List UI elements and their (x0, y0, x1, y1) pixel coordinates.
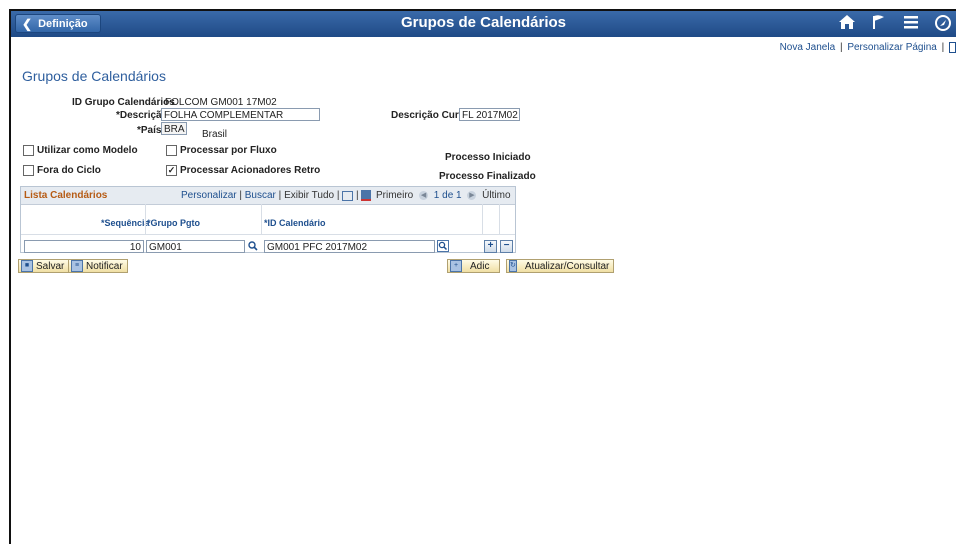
back-button-label: Definição (38, 17, 88, 30)
checkbox-box[interactable] (166, 145, 177, 156)
short-description-label: Descrição Curta (391, 110, 468, 121)
calendar-id-lookup-icon[interactable] (437, 240, 449, 252)
pay-group-lookup-icon[interactable] (248, 241, 258, 251)
save-button-label: Salvar (36, 260, 65, 272)
process-by-flow-checkbox[interactable]: Processar por Fluxo (166, 145, 277, 156)
grid-pager: Primeiro ◀ 1 de 1 ▶ Último (376, 190, 511, 201)
link-separator: | (941, 42, 945, 54)
grid-personalize-link[interactable]: Personalizar (181, 190, 237, 201)
pay-group-field[interactable]: GM001 (146, 240, 245, 253)
process-by-flow-label: Processar por Fluxo (180, 145, 277, 156)
grid-separator: | (239, 190, 242, 202)
update-button-label: Atualizar/Consultar (524, 260, 610, 272)
notify-icon: ≡ (71, 260, 83, 272)
update-consult-button[interactable]: ↻ Atualizar/Consultar (506, 259, 614, 273)
calendar-id-field[interactable]: GM001 PFC 2017M02 (264, 240, 435, 253)
window-title: Grupos de Calendários (400, 14, 567, 31)
use-as-model-checkbox[interactable]: Utilizar como Modelo (23, 145, 138, 156)
calendar-group-id-label: ID Grupo Calendários (72, 97, 175, 108)
add-icon: + (450, 260, 462, 272)
add-button[interactable]: + Adic (447, 259, 500, 273)
calendar-group-id-value: FOLCOM GM001 17M02 (165, 97, 277, 108)
description-field[interactable]: FOLHA COMPLEMENTAR (161, 108, 320, 121)
country-field[interactable]: BRA (161, 122, 187, 135)
column-header-sequence: *Sequência (101, 218, 150, 228)
add-button-label: Adic (470, 260, 490, 272)
page-title: Grupos de Calendários (22, 68, 166, 84)
grid-title: Lista Calendários (24, 190, 108, 201)
process-retro-checkbox[interactable]: ✓ Processar Acionadores Retro (166, 165, 320, 176)
top-navigation-bar: ❮ Definição Grupos de Calendários (11, 11, 956, 37)
column-header-pay-group: *Grupo Pgto (147, 218, 200, 228)
process-finished-label: Processo Finalizado (439, 171, 536, 182)
process-retro-label: Processar Acionadores Retro (180, 165, 321, 176)
column-divider (482, 204, 483, 234)
calendar-list-grid: Lista Calendários Personalizar | Buscar … (20, 186, 516, 253)
grid-separator: | (336, 190, 340, 202)
page-links: Nova Janela | Personalizar Página | (780, 42, 956, 53)
grid-header: Lista Calendários Personalizar | Buscar … (21, 187, 515, 205)
checkbox-box-checked[interactable]: ✓ (166, 165, 177, 176)
use-as-model-label: Utilizar como Modelo (37, 145, 138, 156)
add-row-button[interactable]: + (484, 240, 497, 253)
grid-separator: | (278, 190, 282, 202)
pager-range: 1 de 1 (433, 190, 462, 201)
out-of-cycle-checkbox[interactable]: Fora do Ciclo (23, 165, 101, 176)
checkbox-box[interactable] (23, 145, 34, 156)
next-icon[interactable]: ▶ (467, 190, 477, 200)
back-definicao-button[interactable]: ❮ Definição (15, 14, 101, 33)
link-separator: | (839, 42, 843, 54)
column-divider (145, 204, 146, 234)
save-icon: ■ (21, 260, 33, 272)
column-divider (499, 204, 500, 234)
notify-button[interactable]: ≡ Notificar (68, 259, 128, 273)
flag-icon[interactable] (868, 14, 890, 34)
update-icon: ↻ (509, 260, 517, 272)
grid-show-all-link[interactable]: Exibir Tudo (284, 190, 334, 201)
new-window-link[interactable]: Nova Janela (780, 42, 836, 53)
checkbox-box[interactable] (23, 165, 34, 176)
grid-tools: Personalizar | Buscar | Exibir Tudo | | (181, 190, 372, 202)
menu-icon[interactable] (900, 14, 922, 34)
row-divider (21, 234, 515, 235)
description-label: *Descrição (116, 110, 168, 121)
chevron-left-icon: ❮ (22, 16, 33, 31)
out-of-cycle-label: Fora do Ciclo (37, 165, 101, 176)
process-started-label: Processo Iniciado (445, 152, 531, 163)
country-name: Brasil (202, 129, 228, 140)
save-button[interactable]: ■ Salvar (18, 259, 70, 273)
grid-separator: | (356, 190, 359, 202)
column-header-calendar-id: *ID Calendário (264, 218, 326, 228)
personalize-page-link[interactable]: Personalizar Página (847, 42, 937, 53)
help-icon[interactable] (949, 42, 956, 53)
zoom-icon[interactable] (342, 190, 354, 201)
pager-first-label[interactable]: Primeiro (376, 190, 413, 201)
country-label: *País (137, 125, 162, 136)
grid-search-link[interactable]: Buscar (245, 190, 276, 201)
notify-button-label: Notificar (86, 260, 123, 272)
short-description-field[interactable]: FL 2017M02 (459, 108, 520, 121)
download-icon[interactable] (361, 190, 372, 201)
delete-row-button[interactable]: − (500, 240, 513, 253)
home-icon[interactable] (836, 14, 858, 34)
previous-icon[interactable]: ◀ (419, 190, 429, 200)
sequence-field[interactable]: 10 (24, 240, 144, 253)
navbar-icon[interactable] (932, 14, 954, 34)
app-window: ❮ Definição Grupos de Calendários Nova J… (9, 9, 956, 544)
pager-last-label[interactable]: Último (482, 190, 510, 201)
column-divider (261, 204, 262, 234)
